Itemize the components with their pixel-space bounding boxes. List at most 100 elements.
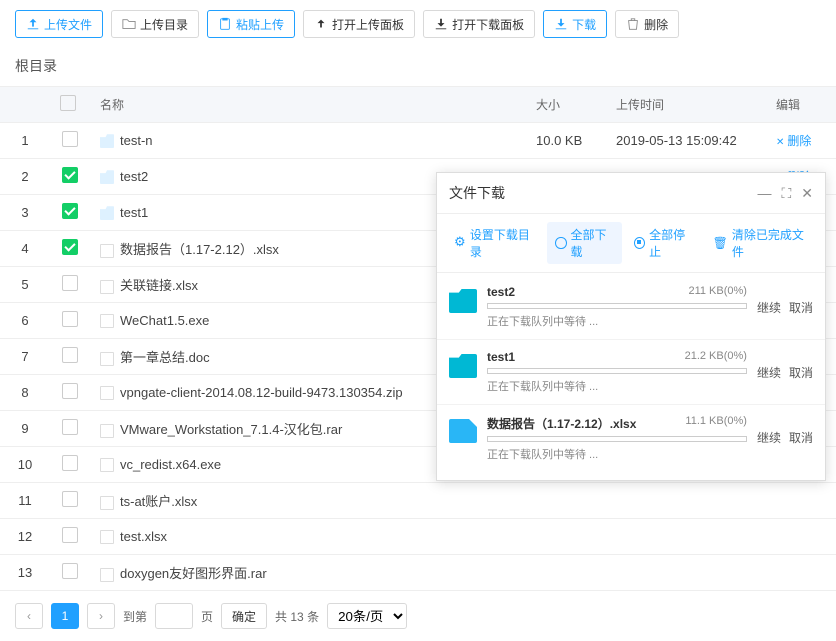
table-row[interactable]: 1 test-n 10.0 KB 2019-05-13 15:09:42 删除	[0, 123, 836, 159]
row-time	[606, 483, 766, 519]
page-1-button[interactable]: 1	[51, 603, 79, 629]
total-count: 共 13 条	[275, 608, 319, 625]
download-item: test2 211 KB(0%) 正在下载队列中等待 ... 继续 取消	[437, 279, 825, 335]
table-row[interactable]: 11 ts-at账户.xlsx	[0, 483, 836, 519]
folder-icon	[100, 170, 114, 184]
doc-icon	[100, 244, 114, 258]
download-panel: 文件下载 — ⛶ ✕ 设置下载目录全部下载全部停止🗑清除已完成文件 test2 …	[436, 172, 826, 481]
download-all-tab[interactable]: 全部下载	[547, 222, 622, 264]
col-edit: 编辑	[766, 87, 836, 123]
row-size	[526, 519, 606, 555]
download-item-size: 211 KB(0%)	[688, 285, 747, 299]
row-delete-link[interactable]: 删除	[776, 134, 811, 148]
col-time[interactable]: 上传时间	[606, 87, 766, 123]
set-dir-tab[interactable]: 设置下载目录	[447, 222, 543, 264]
maximize-icon[interactable]: ⛶	[781, 185, 791, 202]
row-checkbox[interactable]	[62, 347, 78, 363]
btn-label: 上传文件	[44, 16, 92, 33]
row-index: 4	[0, 231, 50, 267]
row-index: 9	[0, 411, 50, 447]
row-checkbox[interactable]	[62, 491, 78, 507]
select-all-checkbox[interactable]	[60, 95, 76, 111]
download-panel-title: 文件下载	[449, 183, 505, 203]
open-download-panel-button[interactable]: 打开下载面板	[423, 10, 535, 38]
row-checkbox[interactable]	[62, 419, 78, 435]
tab-icon	[634, 237, 645, 249]
prev-page-button[interactable]: ‹	[15, 603, 43, 629]
folder-icon	[449, 289, 477, 313]
row-name[interactable]: doxygen友好图形界面.rar	[90, 555, 526, 591]
upload-icon	[26, 17, 40, 31]
row-index: 11	[0, 483, 50, 519]
btn-label: 下载	[572, 16, 596, 33]
delete-button[interactable]: 删除	[615, 10, 679, 38]
download-item-size: 11.1 KB(0%)	[685, 415, 747, 432]
row-checkbox[interactable]	[62, 167, 78, 183]
row-checkbox[interactable]	[62, 131, 78, 147]
clear-done-tab[interactable]: 🗑清除已完成文件	[705, 222, 815, 264]
col-checkbox	[50, 87, 90, 123]
goto-confirm-button[interactable]: 确定	[221, 603, 267, 629]
open-upload-panel-button[interactable]: 打开上传面板	[303, 10, 415, 38]
doc-icon	[100, 352, 114, 366]
btn-label: 打开上传面板	[332, 16, 404, 33]
cancel-button[interactable]: 取消	[789, 299, 813, 316]
row-checkbox[interactable]	[62, 383, 78, 399]
continue-button[interactable]: 继续	[757, 299, 781, 316]
btn-label: 上传目录	[140, 16, 188, 33]
row-checkbox[interactable]	[62, 311, 78, 327]
row-checkbox[interactable]	[62, 275, 78, 291]
page-unit: 页	[201, 608, 213, 625]
upload-dir-button[interactable]: 上传目录	[111, 10, 199, 38]
row-index: 3	[0, 195, 50, 231]
row-checkbox[interactable]	[62, 203, 78, 219]
file-icon	[449, 419, 477, 443]
doc-icon	[100, 424, 114, 438]
folder-icon	[122, 17, 136, 31]
goto-label: 到第	[123, 608, 147, 625]
btn-label: 粘贴上传	[236, 16, 284, 33]
download-button[interactable]: 下载	[543, 10, 607, 38]
row-name[interactable]: test-n	[90, 123, 526, 159]
col-index	[0, 87, 50, 123]
download-item: 数据报告（1.17-2.12）.xlsx 11.1 KB(0%) 正在下载队列中…	[437, 404, 825, 468]
col-name[interactable]: 名称	[90, 87, 526, 123]
col-size[interactable]: 大小	[526, 87, 606, 123]
btn-label: 打开下载面板	[452, 16, 524, 33]
row-name[interactable]: ts-at账户.xlsx	[90, 483, 526, 519]
download-item-name: 数据报告（1.17-2.12）.xlsx	[487, 415, 636, 432]
row-index: 5	[0, 267, 50, 303]
btn-label: 删除	[644, 16, 668, 33]
row-checkbox[interactable]	[62, 239, 78, 255]
download-item-status: 正在下载队列中等待 ...	[487, 378, 747, 394]
minimize-icon[interactable]: —	[757, 185, 771, 202]
tab-label: 清除已完成文件	[732, 226, 807, 260]
tab-label: 全部下载	[571, 226, 614, 260]
row-checkbox[interactable]	[62, 455, 78, 471]
table-row[interactable]: 12 test.xlsx	[0, 519, 836, 555]
row-name[interactable]: test.xlsx	[90, 519, 526, 555]
next-page-button[interactable]: ›	[87, 603, 115, 629]
cancel-button[interactable]: 取消	[789, 364, 813, 381]
download-item-status: 正在下载队列中等待 ...	[487, 313, 747, 329]
row-index: 10	[0, 447, 50, 483]
doc-icon	[100, 530, 114, 544]
close-icon[interactable]: ✕	[801, 185, 813, 202]
doc-icon	[100, 496, 114, 510]
row-checkbox[interactable]	[62, 563, 78, 579]
row-index: 12	[0, 519, 50, 555]
row-time: 2019-05-13 15:09:42	[606, 123, 766, 159]
table-row[interactable]: 13 doxygen友好图形界面.rar	[0, 555, 836, 591]
goto-page-input[interactable]	[155, 603, 193, 629]
pagination: ‹ 1 › 到第 页 确定 共 13 条 20条/页	[0, 591, 836, 641]
continue-button[interactable]: 继续	[757, 429, 781, 446]
breadcrumb[interactable]: 根目录	[0, 48, 836, 87]
up-icon	[314, 17, 328, 31]
upload-file-button[interactable]: 上传文件	[15, 10, 103, 38]
stop-all-tab[interactable]: 全部停止	[626, 222, 701, 264]
row-checkbox[interactable]	[62, 527, 78, 543]
paste-upload-button[interactable]: 粘贴上传	[207, 10, 295, 38]
page-size-select[interactable]: 20条/页	[327, 603, 407, 629]
cancel-button[interactable]: 取消	[789, 429, 813, 446]
continue-button[interactable]: 继续	[757, 364, 781, 381]
